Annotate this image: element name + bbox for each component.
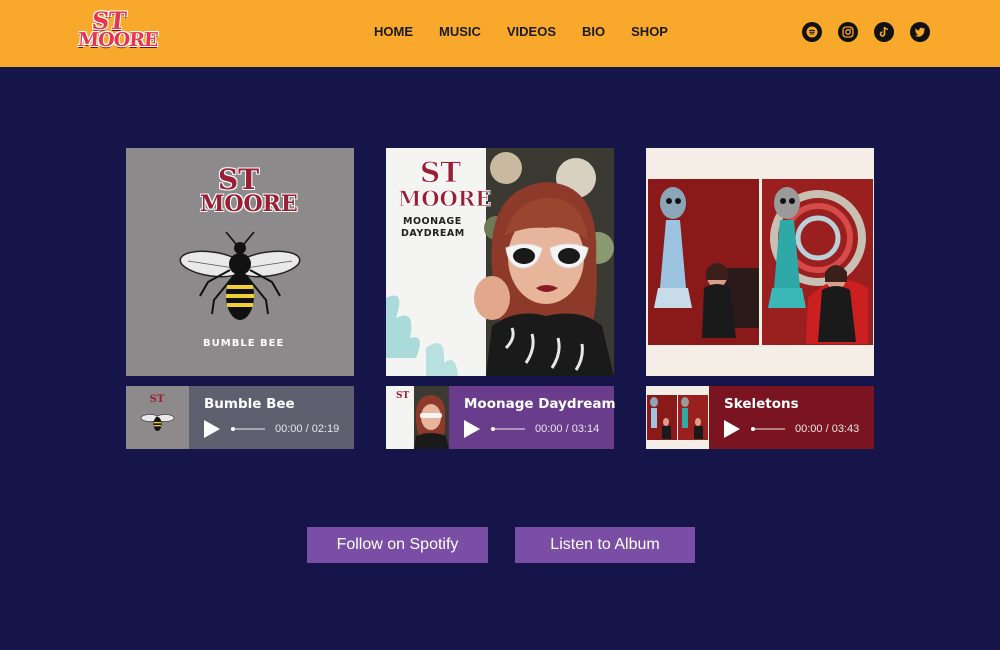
svg-text:ST: ST xyxy=(150,394,165,405)
tiktok-icon[interactable] xyxy=(874,22,894,42)
site-header: ST MOORE HOME MUSIC VIDEOS BIO SHOP xyxy=(0,0,1000,67)
track-thumbnail-bumble-bee: ST xyxy=(126,386,189,449)
cover-caption-moonage: MOONAGE xyxy=(403,216,462,227)
instagram-icon[interactable] xyxy=(838,22,858,42)
skeletons-artwork xyxy=(648,179,873,345)
progress-handle-moonage-daydream[interactable] xyxy=(491,427,495,431)
track-time-bumble-bee: 00:00 / 02:19 xyxy=(275,423,340,435)
progress-bar-moonage-daydream[interactable] xyxy=(491,428,525,430)
progress-handle-bumble-bee[interactable] xyxy=(231,427,235,431)
spotify-icon[interactable] xyxy=(802,22,822,42)
logo-line-2: MOORE xyxy=(77,29,159,51)
cover-logo-st: ST xyxy=(218,163,260,196)
nav-videos[interactable]: VIDEOS xyxy=(507,24,556,39)
listen-to-album-button[interactable]: Listen to Album xyxy=(515,527,695,563)
nav-shop[interactable]: SHOP xyxy=(631,24,668,39)
audio-player-bumble-bee: ST Bumble Bee 00:00 / 02:19 xyxy=(126,386,354,449)
svg-text:ST: ST xyxy=(396,391,409,401)
progress-handle-skeletons[interactable] xyxy=(751,427,755,431)
play-button-skeletons[interactable] xyxy=(724,420,740,438)
play-button-bumble-bee[interactable] xyxy=(204,420,220,438)
play-button-moonage-daydream[interactable] xyxy=(464,420,480,438)
track-time-moonage-daydream: 00:00 / 03:14 xyxy=(535,423,600,435)
track-card-bumble-bee: ST MOORE BUMBLE BEE ST Bumble Bee 00:00 … xyxy=(126,148,354,449)
nav-home[interactable]: HOME xyxy=(374,24,413,39)
album-cover-bumble-bee[interactable]: ST MOORE BUMBLE BEE xyxy=(126,148,354,376)
track-thumbnail-skeletons xyxy=(646,386,709,449)
social-links xyxy=(802,22,946,42)
audio-player-moonage-daydream: ST Moonage Daydream 00:00 / 03:14 xyxy=(386,386,616,449)
cover-logo-moore: MOORE xyxy=(200,191,298,217)
moonage-artwork: ST MOORE xyxy=(386,148,614,376)
main-nav: HOME MUSIC VIDEOS BIO SHOP xyxy=(361,24,681,39)
track-time-skeletons: 00:00 / 03:43 xyxy=(795,423,860,435)
progress-bar-bumble-bee[interactable] xyxy=(231,428,265,430)
cover-caption-bumble-bee: BUMBLE BEE xyxy=(203,338,285,349)
track-thumbnail-moonage-daydream: ST xyxy=(386,386,449,449)
nav-bio[interactable]: BIO xyxy=(582,24,605,39)
bee-illustration xyxy=(179,231,301,320)
album-cover-moonage-daydream[interactable]: ST MOORE MOONAGE DAYDREAM xyxy=(386,148,614,376)
album-cover-skeletons[interactable] xyxy=(646,148,874,376)
nav-music[interactable]: MUSIC xyxy=(439,24,481,39)
track-title-moonage-daydream: Moonage Daydream xyxy=(464,396,616,412)
progress-bar-skeletons[interactable] xyxy=(751,428,785,430)
site-logo[interactable]: ST MOORE xyxy=(77,6,158,55)
track-title-bumble-bee: Bumble Bee xyxy=(204,396,295,412)
track-title-skeletons: Skeletons xyxy=(724,396,799,412)
follow-on-spotify-button[interactable]: Follow on Spotify xyxy=(307,527,488,563)
svg-text:ST: ST xyxy=(420,156,461,189)
cover-caption-daydream: DAYDREAM xyxy=(401,228,465,239)
track-card-moonage-daydream: ST MOORE MOONAGE DAYDREAM ST Moonage Day… xyxy=(386,148,616,449)
twitter-icon[interactable] xyxy=(910,22,930,42)
track-card-skeletons: Skeletons 00:00 / 03:43 xyxy=(646,148,874,449)
svg-text:MOORE: MOORE xyxy=(398,186,491,211)
audio-player-skeletons: Skeletons 00:00 / 03:43 xyxy=(646,386,874,449)
